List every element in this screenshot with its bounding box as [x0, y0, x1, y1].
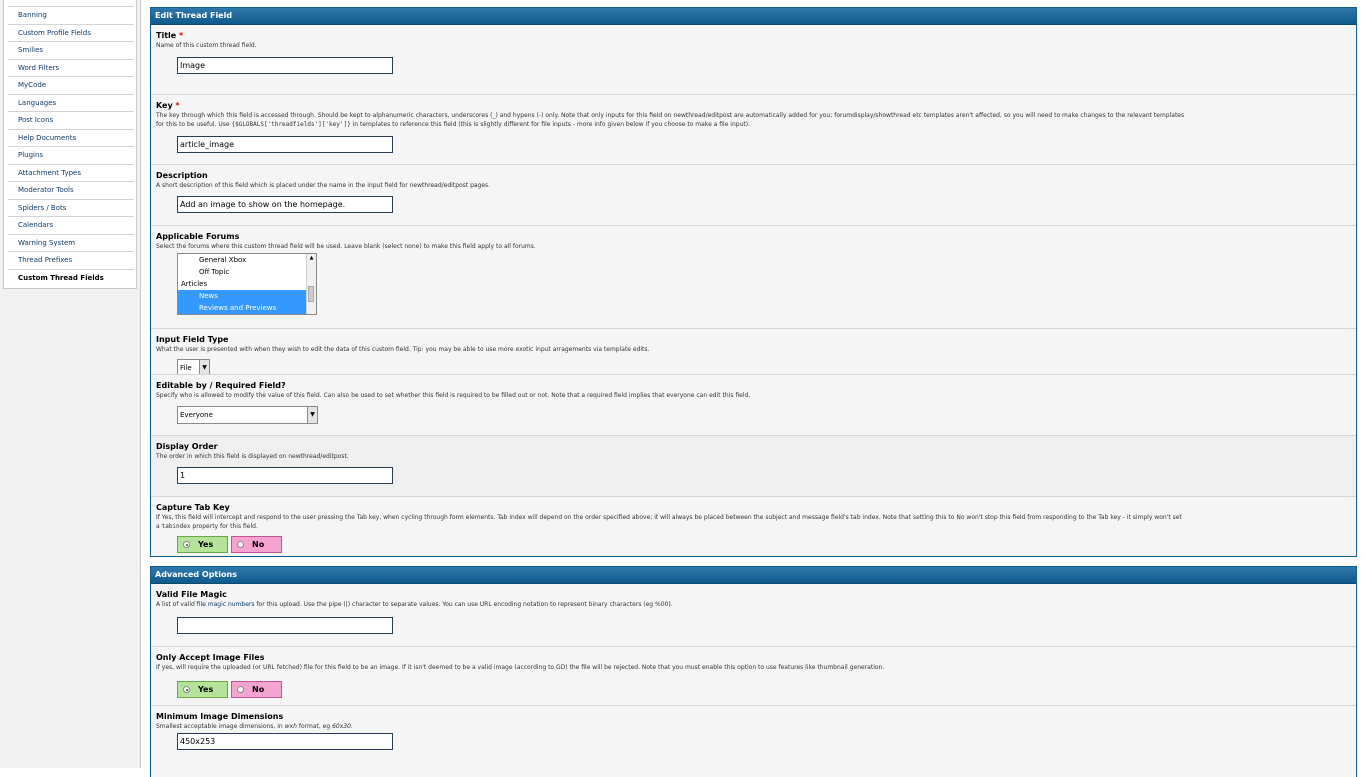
required-mark: * [175, 101, 180, 110]
applicable-forums-label: Applicable Forums [156, 232, 240, 241]
sidebar-item-warning-system[interactable]: Warning System [8, 235, 134, 252]
radio-unchecked-icon[interactable] [237, 541, 244, 548]
capture-tab-key-toggle: Yes No [177, 536, 282, 553]
advanced-options-panel: Advanced Options Valid File Magic A list… [150, 566, 1357, 777]
input-field-type-row: Input Field Type What the user is presen… [151, 329, 1356, 375]
sidebar-top-divider [8, 0, 134, 7]
key-input[interactable]: article_image [177, 136, 393, 153]
valid-file-magic-input[interactable] [177, 617, 393, 634]
advanced-options-heading: Advanced Options [151, 567, 1356, 584]
sidebar: Banning Custom Profile Fields Smilies Wo… [3, 0, 137, 289]
chevron-down-icon: ▼ [307, 407, 317, 423]
minimum-image-dimensions-label: Minimum Image Dimensions [156, 712, 284, 721]
sidebar-item-smilies[interactable]: Smilies [8, 42, 134, 60]
forums-listbox[interactable]: General Xbox Off Topic Articles News Rev… [177, 253, 317, 315]
title-row: Title * Name of this custom thread field… [151, 25, 1356, 95]
key-label: Key * [156, 101, 180, 110]
image-only-no[interactable]: No [231, 681, 282, 698]
title-label: Title * [156, 31, 184, 40]
sidebar-item-help-documents[interactable]: Help Documents [8, 130, 134, 147]
sidebar-item-word-filters[interactable]: Word Filters [8, 60, 134, 77]
applicable-forums-row: Applicable Forums Select the forums wher… [151, 226, 1356, 329]
input-field-type-select[interactable]: File ▼ [177, 359, 210, 374]
sidebar-item-attachment-types[interactable]: Attachment Types [8, 165, 134, 182]
applicable-forums-description: Select the forums where this custom thre… [156, 243, 536, 250]
minimum-image-dimensions-input[interactable]: 450x253 [177, 733, 393, 750]
valid-file-magic-row: Valid File Magic A list of valid file ma… [151, 584, 1356, 647]
minimum-image-dimensions-description: Smallest acceptable image dimensions, in… [156, 723, 353, 730]
description-row: Description A short description of this … [151, 165, 1356, 226]
chevron-down-icon: ▼ [199, 360, 209, 374]
key-code-sample: {$GLOBALS['threadfields']['key']} [231, 121, 351, 128]
only-accept-image-files-row: Only Accept Image Files If yes, will req… [151, 647, 1356, 706]
sidebar-item-spiders-bots[interactable]: Spiders / Bots [8, 200, 134, 217]
editable-by-select[interactable]: Everyone ▼ [177, 406, 318, 424]
only-accept-image-files-description: If yes, will require the uploaded (or UR… [156, 664, 885, 671]
capture-tab-key-yes[interactable]: Yes [177, 536, 228, 553]
scrollbar-thumb[interactable] [308, 286, 314, 302]
sidebar-item-thread-prefixes[interactable]: Thread Prefixes [8, 252, 134, 270]
key-row: Key * The key through which this field i… [151, 95, 1356, 165]
input-field-type-label: Input Field Type [156, 335, 229, 344]
edit-thread-field-panel: Edit Thread Field Title * Name of this c… [150, 7, 1357, 557]
image-only-yes[interactable]: Yes [177, 681, 228, 698]
sidebar-item-languages[interactable]: Languages [8, 95, 134, 112]
display-order-label: Display Order [156, 442, 218, 451]
sidebar-item-custom-profile-fields[interactable]: Custom Profile Fields [8, 25, 134, 42]
display-order-row: Display Order The order in which this fi… [151, 436, 1356, 497]
sidebar-item-calendars[interactable]: Calendars [8, 217, 134, 235]
title-description: Name of this custom thread field. [156, 42, 257, 49]
required-mark: * [179, 31, 184, 40]
display-order-description: The order in which this field is display… [156, 453, 349, 460]
forum-option-articles[interactable]: Articles [178, 278, 316, 290]
valid-file-magic-label: Valid File Magic [156, 590, 227, 599]
capture-tab-key-description: If Yes, this field will intercept and re… [156, 514, 1182, 530]
sidebar-item-banning[interactable]: Banning [8, 7, 134, 25]
forum-option-news[interactable]: News [178, 290, 316, 302]
title-input[interactable]: Image [177, 57, 393, 74]
description-label: Description [156, 171, 208, 180]
editable-by-label: Editable by / Required Field? [156, 381, 286, 390]
sidebar-item-plugins[interactable]: Plugins [8, 147, 134, 165]
editable-by-description: Specify who is allowed to modify the val… [156, 392, 751, 399]
capture-tab-key-label: Capture Tab Key [156, 503, 230, 512]
only-accept-image-files-label: Only Accept Image Files [156, 653, 265, 662]
forum-option-reviews-and-previews[interactable]: Reviews and Previews [178, 302, 316, 314]
minimum-image-dimensions-row: Minimum Image Dimensions Smallest accept… [151, 706, 1356, 776]
capture-tab-key-no[interactable]: No [231, 536, 282, 553]
sidebar-item-mycode[interactable]: MyCode [8, 77, 134, 95]
radio-checked-icon[interactable] [183, 686, 190, 693]
sidebar-item-moderator-tools[interactable]: Moderator Tools [8, 182, 134, 200]
editable-by-row: Editable by / Required Field? Specify wh… [151, 375, 1356, 436]
radio-unchecked-icon[interactable] [237, 686, 244, 693]
sidebar-item-custom-thread-fields[interactable]: Custom Thread Fields [8, 270, 134, 287]
file-magic-link[interactable]: file magic numbers [197, 601, 255, 608]
listbox-scrollbar[interactable]: ▲ [306, 254, 316, 314]
radio-checked-icon[interactable] [183, 541, 190, 548]
forum-option-general-xbox[interactable]: General Xbox [178, 254, 316, 266]
edit-thread-field-heading: Edit Thread Field [151, 8, 1356, 25]
capture-tab-key-row: Capture Tab Key If Yes, this field will … [151, 497, 1356, 556]
description-description: A short description of this field which … [156, 182, 491, 189]
description-input[interactable]: Add an image to show on the homepage. [177, 196, 393, 213]
valid-file-magic-description: A list of valid file magic numbers for t… [156, 601, 673, 608]
scroll-up-icon[interactable]: ▲ [307, 254, 316, 263]
sidebar-menu: Banning Custom Profile Fields Smilies Wo… [4, 7, 136, 286]
input-field-type-description: What the user is presented with when the… [156, 346, 650, 353]
image-only-toggle: Yes No [177, 681, 282, 698]
sidebar-item-post-icons[interactable]: Post Icons [8, 112, 134, 130]
display-order-input[interactable]: 1 [177, 467, 393, 484]
tabindex-code: tabindex [161, 523, 191, 530]
forum-option-off-topic[interactable]: Off Topic [178, 266, 316, 278]
key-description: The key through which this field is acce… [156, 112, 1185, 128]
